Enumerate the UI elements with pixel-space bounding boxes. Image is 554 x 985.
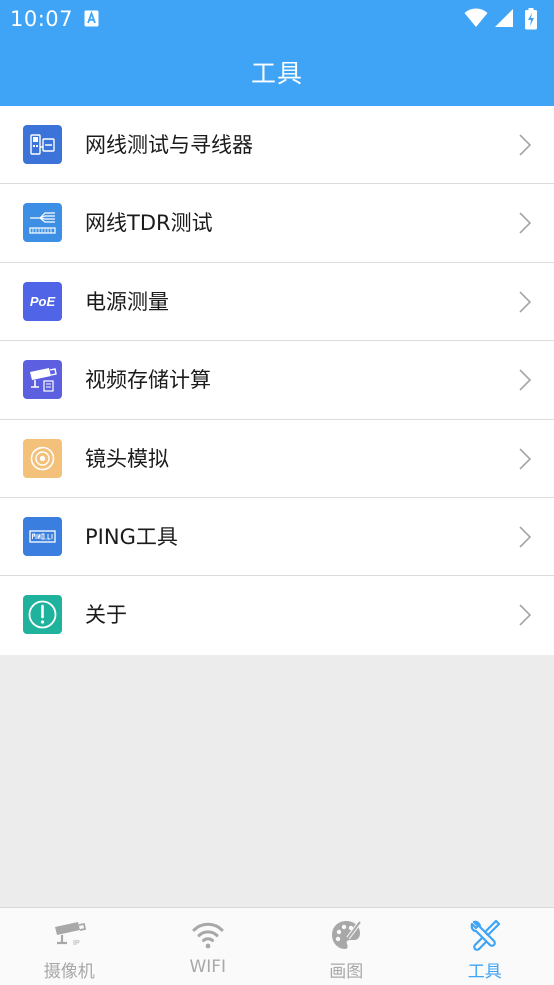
tools-icon xyxy=(470,919,500,951)
menu-item-about[interactable]: 关于 xyxy=(0,576,554,655)
chevron-right-icon xyxy=(519,134,532,156)
menu-item-power-measure[interactable]: PoE 电源测量 xyxy=(0,262,554,342)
menu-item-label: 网线测试与寻线器 xyxy=(85,133,253,157)
lens-icon xyxy=(23,438,62,478)
menu-item-tdr-test[interactable]: 网线TDR测试 xyxy=(0,184,554,263)
ip-camera-icon: IP xyxy=(55,922,87,947)
tab-draw[interactable]: 画图 xyxy=(277,908,416,985)
cable-tester-icon xyxy=(23,125,62,164)
chevron-right-icon xyxy=(519,447,532,470)
ping-terminal-icon xyxy=(23,516,62,556)
chevron-right-icon xyxy=(519,526,532,548)
app-bar: 工具 xyxy=(0,38,554,106)
svg-text:PoE: PoE xyxy=(30,294,56,309)
tab-camera[interactable]: IP 摄像机 xyxy=(0,908,139,985)
camera-storage-icon xyxy=(23,360,62,400)
status-icons xyxy=(464,8,546,30)
cellular-signal-icon xyxy=(495,9,513,27)
menu-item-label: 关于 xyxy=(85,603,127,628)
tab-label: 画图 xyxy=(329,962,364,982)
menu-item-lens-sim[interactable]: 镜头模拟 xyxy=(0,419,554,498)
chevron-right-icon xyxy=(519,369,532,391)
svg-text:IP: IP xyxy=(73,940,80,947)
menu-item-label: 镜头模拟 xyxy=(85,446,169,471)
bottom-tab-bar: IP 摄像机 WIFI 画图 工具 xyxy=(0,907,554,985)
tools-list: 网线测试与寻线器 网线TDR测试 PoE 电源测量 视频存储计算 镜头模拟 PI… xyxy=(0,106,554,655)
tab-label: WIFI xyxy=(189,957,227,977)
menu-item-label: PING工具 xyxy=(85,524,178,549)
network-cable-tdr-icon xyxy=(23,203,62,243)
chevron-right-icon xyxy=(519,212,532,234)
menu-item-label: 网线TDR测试 xyxy=(85,211,213,236)
tab-label: 摄像机 xyxy=(43,962,95,982)
battery-charging-icon xyxy=(525,8,537,30)
menu-item-cable-tester[interactable]: 网线测试与寻线器 xyxy=(0,106,554,185)
menu-item-label: 视频存储计算 xyxy=(85,368,211,393)
wifi-icon xyxy=(192,922,224,949)
page-title: 工具 xyxy=(250,59,303,88)
exclamation-icon xyxy=(23,595,62,635)
chevron-right-icon xyxy=(519,604,532,626)
a-letter-icon xyxy=(84,10,99,27)
menu-item-ping[interactable]: PING工具 xyxy=(0,497,554,577)
tab-label: 工具 xyxy=(467,962,502,982)
menu-item-label: 电源测量 xyxy=(85,289,169,314)
tab-tools[interactable]: 工具 xyxy=(416,908,554,985)
status-bar: 10:07 xyxy=(0,0,554,38)
chevron-right-icon xyxy=(519,291,532,313)
palette-icon xyxy=(332,920,362,949)
menu-item-video-storage[interactable]: 视频存储计算 xyxy=(0,341,554,420)
poe-icon: PoE xyxy=(23,281,62,321)
tab-wifi[interactable]: WIFI xyxy=(139,908,278,985)
status-time: 10:07 xyxy=(10,7,74,31)
wifi-icon xyxy=(464,8,488,27)
